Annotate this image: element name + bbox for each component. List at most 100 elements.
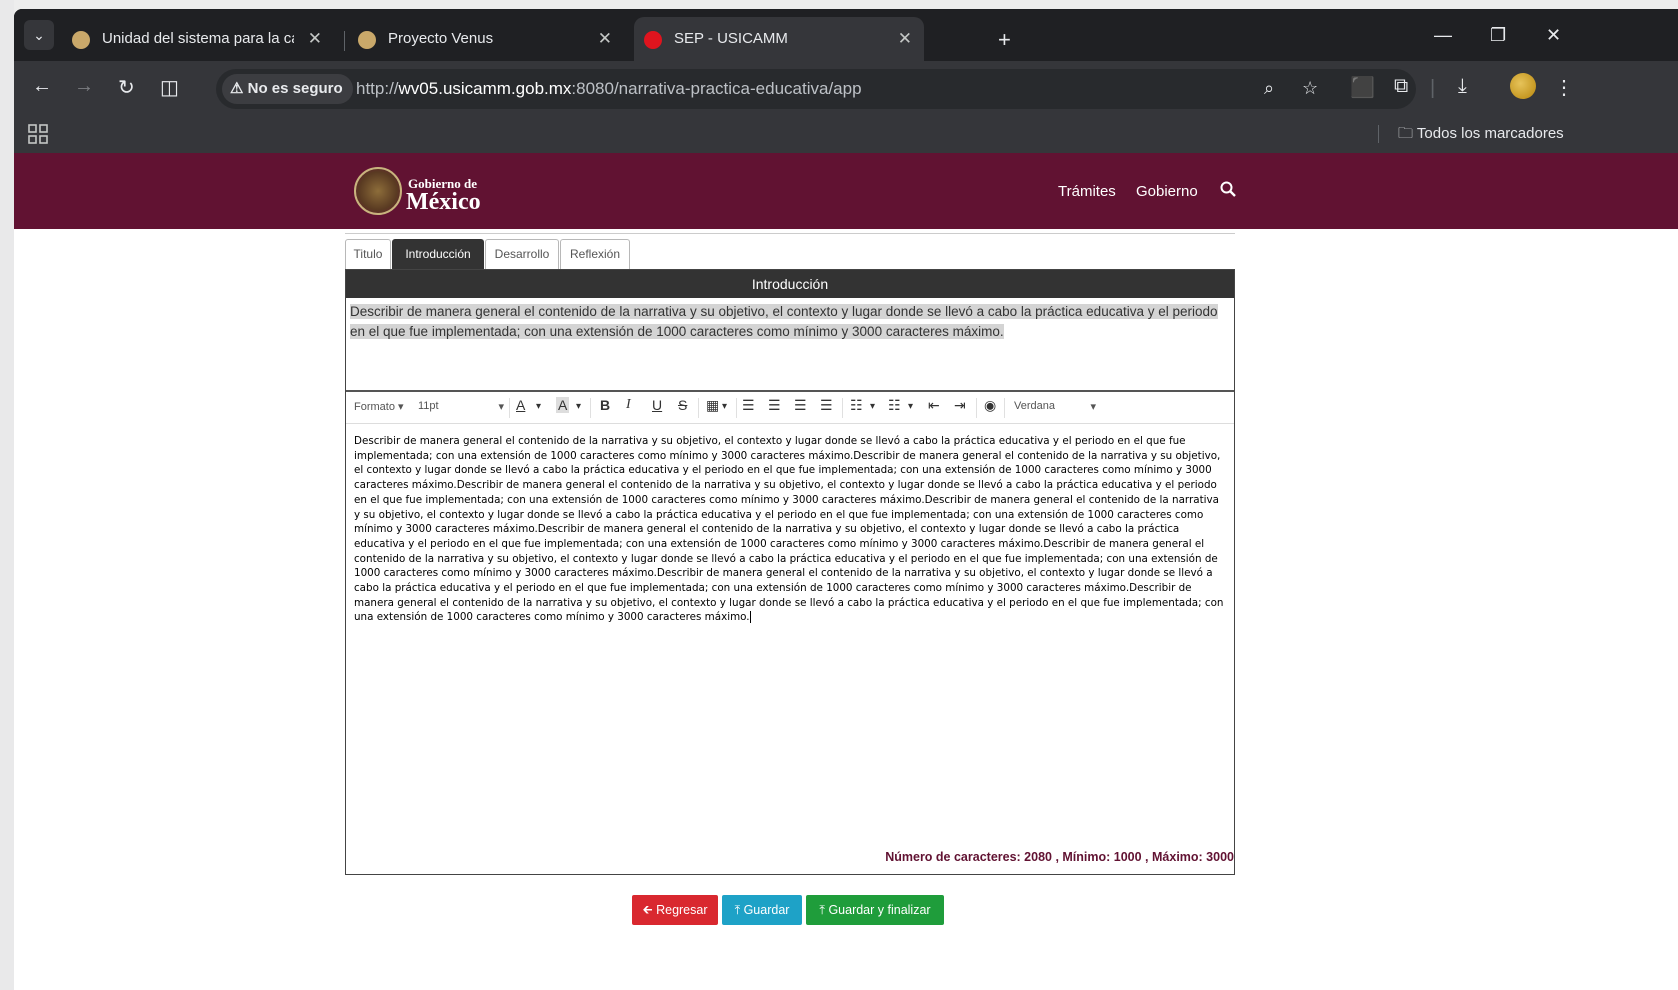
numbered-list-dropdown-icon[interactable]: ▾ — [908, 401, 913, 412]
all-bookmarks-label: Todos los marcadores — [1416, 125, 1564, 142]
logo-big-text: México — [406, 189, 481, 215]
numbered-list-icon[interactable]: ☷ — [888, 397, 901, 414]
tab-titulo[interactable]: Titulo — [345, 239, 391, 269]
mexico-seal-logo[interactable] — [354, 167, 402, 215]
text-color-icon[interactable]: A — [516, 397, 525, 413]
nav-tramites-link[interactable]: Trámites — [1058, 183, 1116, 200]
save-finish-label: Guardar y finalizar — [828, 903, 931, 917]
download-icon[interactable]: ⤓ — [1458, 75, 1467, 98]
strikethrough-icon[interactable]: S — [678, 397, 687, 413]
minimize-button[interactable]: — — [1434, 25, 1452, 46]
tab-search-button[interactable]: ⌄ — [24, 20, 54, 50]
tab-title: Unidad del sistema para la carre — [102, 30, 294, 47]
web-page: Gobierno de México Trámites Gobierno Tit… — [14, 153, 1678, 990]
preview-eye-icon[interactable]: ◉ — [984, 397, 996, 414]
nav-gobierno-link[interactable]: Gobierno — [1136, 183, 1198, 200]
split-view-icon[interactable]: ◫ — [160, 75, 179, 100]
table-icon[interactable]: ▦ — [706, 397, 719, 414]
tab-title: SEP - USICAMM — [674, 30, 788, 47]
toolbar-divider — [509, 398, 510, 418]
security-chip[interactable]: ⚠ No es seguro — [222, 74, 353, 104]
font-family-dropdown[interactable]: Verdana ▾ — [1014, 400, 1096, 413]
align-center-icon[interactable]: ☰ — [768, 397, 781, 414]
url-path: :8080/narrativa-practica-educativa/app — [571, 79, 862, 98]
toolbar-divider — [842, 398, 843, 418]
tab-close-icon[interactable]: ✕ — [898, 17, 912, 61]
highlight-color-icon[interactable]: A — [556, 397, 570, 413]
back-arrow-icon[interactable]: ← — [32, 75, 52, 98]
toolbar-divider: | — [1430, 77, 1436, 99]
text-cursor — [749, 611, 751, 624]
tab-usicamm-unit[interactable]: Unidad del sistema para la carre ✕ — [62, 17, 334, 61]
italic-icon[interactable]: I — [626, 397, 631, 413]
tab-reflexion[interactable]: Reflexión — [560, 239, 630, 269]
gobierno-header: Gobierno de México Trámites Gobierno — [14, 153, 1678, 229]
forward-arrow-icon[interactable]: → — [74, 75, 94, 98]
back-button[interactable]: 🡰 Regresar — [632, 895, 718, 925]
reload-icon[interactable]: ↻ — [118, 75, 135, 100]
zoom-icon[interactable]: ⌕ — [1264, 78, 1274, 99]
desktop-background — [0, 0, 14, 990]
underline-icon[interactable]: U — [652, 397, 662, 413]
tab-desarrollo[interactable]: Desarrollo — [485, 239, 559, 269]
all-bookmarks-button[interactable]: 🗀 Todos los marcadores — [1398, 115, 1564, 153]
close-window-button[interactable]: ✕ — [1546, 25, 1561, 46]
extensions-puzzle-icon[interactable]: ⧉ — [1394, 75, 1408, 98]
bookmarks-divider — [1378, 125, 1379, 143]
new-tab-button[interactable]: + — [998, 27, 1011, 53]
bookmark-star-icon[interactable]: ☆ — [1302, 78, 1318, 99]
back-button-label: Regresar — [656, 903, 708, 917]
bullet-list-dropdown-icon[interactable]: ▾ — [870, 401, 875, 412]
save-button[interactable]: ⤒ Guardar — [722, 895, 802, 925]
browser-toolbar: ← → ↻ ◫ ⚠ No es seguro http://wv05.usica… — [14, 61, 1678, 115]
security-label: No es seguro — [247, 80, 343, 97]
table-dropdown-icon[interactable]: ▾ — [722, 401, 727, 412]
tab-introduccion[interactable]: Introducción — [392, 239, 484, 269]
profile-avatar[interactable] — [1510, 73, 1536, 99]
save-finish-icon: ⤒ — [819, 903, 825, 917]
outdent-icon[interactable]: ⇤ — [928, 397, 940, 414]
apps-grid-icon[interactable] — [28, 124, 48, 144]
tab-divider — [344, 31, 345, 51]
toolbar-divider — [976, 398, 977, 418]
toolbar-divider — [698, 398, 699, 418]
pdf-extension-icon[interactable]: ⬛ — [1350, 75, 1375, 100]
editor-content-area[interactable]: Describir de manera general el contenido… — [354, 434, 1226, 625]
address-bar[interactable]: ⚠ No es seguro http://wv05.usicamm.gob.m… — [216, 69, 1416, 109]
editor-toolbar: Formato ▾ 11pt ▾ A ▾ A ▾ B I U S ▦ ▾ ☰ ☰… — [346, 392, 1234, 424]
url-text[interactable]: http://wv05.usicamm.gob.mx:8080/narrativ… — [356, 69, 862, 109]
content-top-divider — [345, 233, 1235, 234]
font-size-dropdown[interactable]: 11pt ▾ — [418, 400, 504, 413]
section-panel: Introducción Describir de manera general… — [345, 269, 1235, 875]
back-arrow-icon: 🡰 — [642, 903, 653, 917]
bold-icon[interactable]: B — [600, 397, 610, 413]
section-instructions: Describir de manera general el contenido… — [350, 302, 1230, 341]
bullet-list-icon[interactable]: ☷ — [850, 397, 863, 414]
tab-favicon-icon — [358, 31, 376, 49]
tab-proyecto-venus[interactable]: Proyecto Venus ✕ — [348, 17, 624, 61]
align-right-icon[interactable]: ☰ — [794, 397, 807, 414]
tab-close-icon[interactable]: ✕ — [308, 17, 322, 61]
align-justify-icon[interactable]: ☰ — [820, 397, 833, 414]
indent-icon[interactable]: ⇥ — [954, 397, 966, 414]
restore-button[interactable]: ❐ — [1490, 25, 1506, 46]
tab-favicon-icon — [72, 31, 90, 49]
font-family-value: Verdana — [1014, 400, 1055, 412]
font-size-value: 11pt — [418, 400, 439, 412]
warning-icon: ⚠ — [230, 80, 244, 97]
save-upload-icon: ⤒ — [734, 903, 741, 917]
rich-text-editor: Formato ▾ 11pt ▾ A ▾ A ▾ B I U S ▦ ▾ ☰ ☰… — [346, 390, 1234, 828]
tab-close-icon[interactable]: ✕ — [598, 17, 612, 61]
url-scheme: http:// — [356, 79, 399, 98]
align-left-icon[interactable]: ☰ — [742, 397, 755, 414]
search-icon[interactable] — [1220, 181, 1236, 197]
tab-sep-usicamm[interactable]: SEP - USICAMM ✕ — [634, 17, 924, 61]
text-color-dropdown-icon[interactable]: ▾ — [536, 401, 541, 412]
format-dropdown[interactable]: Formato ▾ — [354, 400, 404, 413]
highlight-dropdown-icon[interactable]: ▾ — [576, 401, 581, 412]
format-label: Formato — [354, 401, 395, 413]
tab-favicon-icon — [644, 31, 662, 49]
browser-menu-icon[interactable]: ⋮ — [1554, 75, 1574, 100]
save-and-finish-button[interactable]: ⤒ Guardar y finalizar — [806, 895, 944, 925]
url-host: wv05.usicamm.gob.mx — [398, 79, 572, 98]
